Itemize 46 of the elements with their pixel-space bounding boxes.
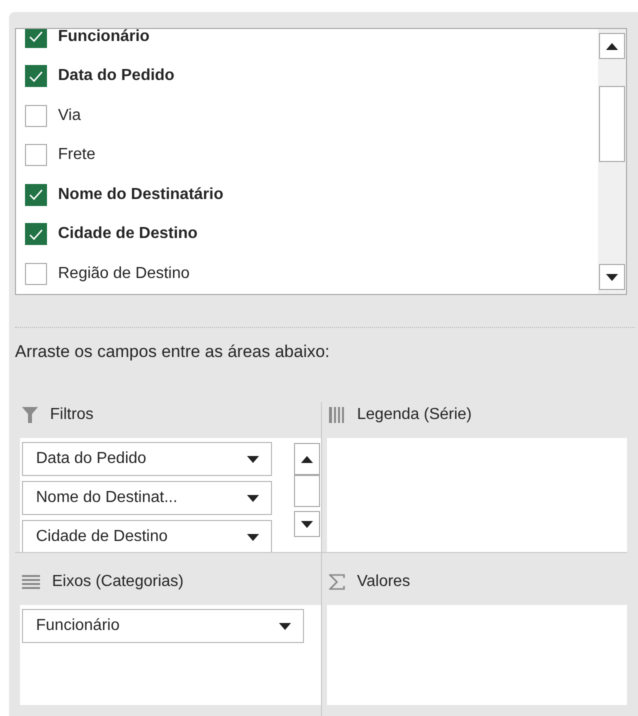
instruction-text: Arraste os campos entre as áreas abaixo: <box>15 342 331 364</box>
area-title: Filtros <box>50 406 94 424</box>
area-title: Legenda (Série) <box>357 406 472 424</box>
caret-icon <box>279 622 291 630</box>
funnel-icon <box>22 407 38 423</box>
checkbox[interactable] <box>25 104 47 127</box>
columns-icon <box>329 407 345 423</box>
check-icon <box>29 228 43 240</box>
caret-icon <box>247 494 259 502</box>
scroll-up-button[interactable] <box>294 443 320 475</box>
field-label[interactable]: Data do Pedido <box>58 67 174 86</box>
field-label[interactable]: Cidade de Destino <box>58 225 198 244</box>
checkbox[interactable] <box>25 223 47 246</box>
field-dropdown[interactable]: Data do Pedido <box>22 442 272 476</box>
up-arrow-icon <box>606 42 618 50</box>
up-arrow-icon <box>301 456 313 462</box>
area-title: Valores <box>357 573 410 591</box>
checkbox[interactable] <box>25 262 47 285</box>
field-label[interactable]: Via <box>58 106 81 125</box>
check-icon <box>29 189 43 200</box>
scroll-thumb[interactable] <box>294 475 320 507</box>
scroll-up-button[interactable] <box>599 33 625 59</box>
checkbox[interactable] <box>25 65 47 88</box>
scroll-down-button[interactable] <box>599 264 625 290</box>
field-label[interactable]: Região de Destino <box>58 264 190 283</box>
field-dropdown[interactable]: Funcionário <box>22 609 304 643</box>
checkbox[interactable] <box>25 29 47 48</box>
sigma-icon <box>329 574 345 590</box>
field-dropdown[interactable]: Cidade de Destino <box>22 520 272 552</box>
caret-icon <box>247 456 259 462</box>
field-label[interactable]: Funcionário <box>58 29 150 46</box>
rows-icon <box>22 575 40 589</box>
checkbox[interactable] <box>25 144 47 166</box>
down-arrow-icon <box>606 274 618 281</box>
checkbox[interactable] <box>25 184 47 206</box>
scrollbar[interactable] <box>598 29 626 294</box>
field-label[interactable]: Frete <box>58 146 96 164</box>
down-arrow-icon <box>301 520 313 528</box>
field-dropdown[interactable]: Nome do Destinat... <box>22 481 272 515</box>
scroll-thumb[interactable] <box>599 86 625 162</box>
check-icon <box>29 70 43 82</box>
area-title: Eixos (Categorias) <box>52 573 184 591</box>
scroll-down-button[interactable] <box>294 511 320 537</box>
caret-icon <box>247 534 259 540</box>
check-icon <box>29 31 43 42</box>
field-label[interactable]: Nome do Destinatário <box>58 186 224 204</box>
